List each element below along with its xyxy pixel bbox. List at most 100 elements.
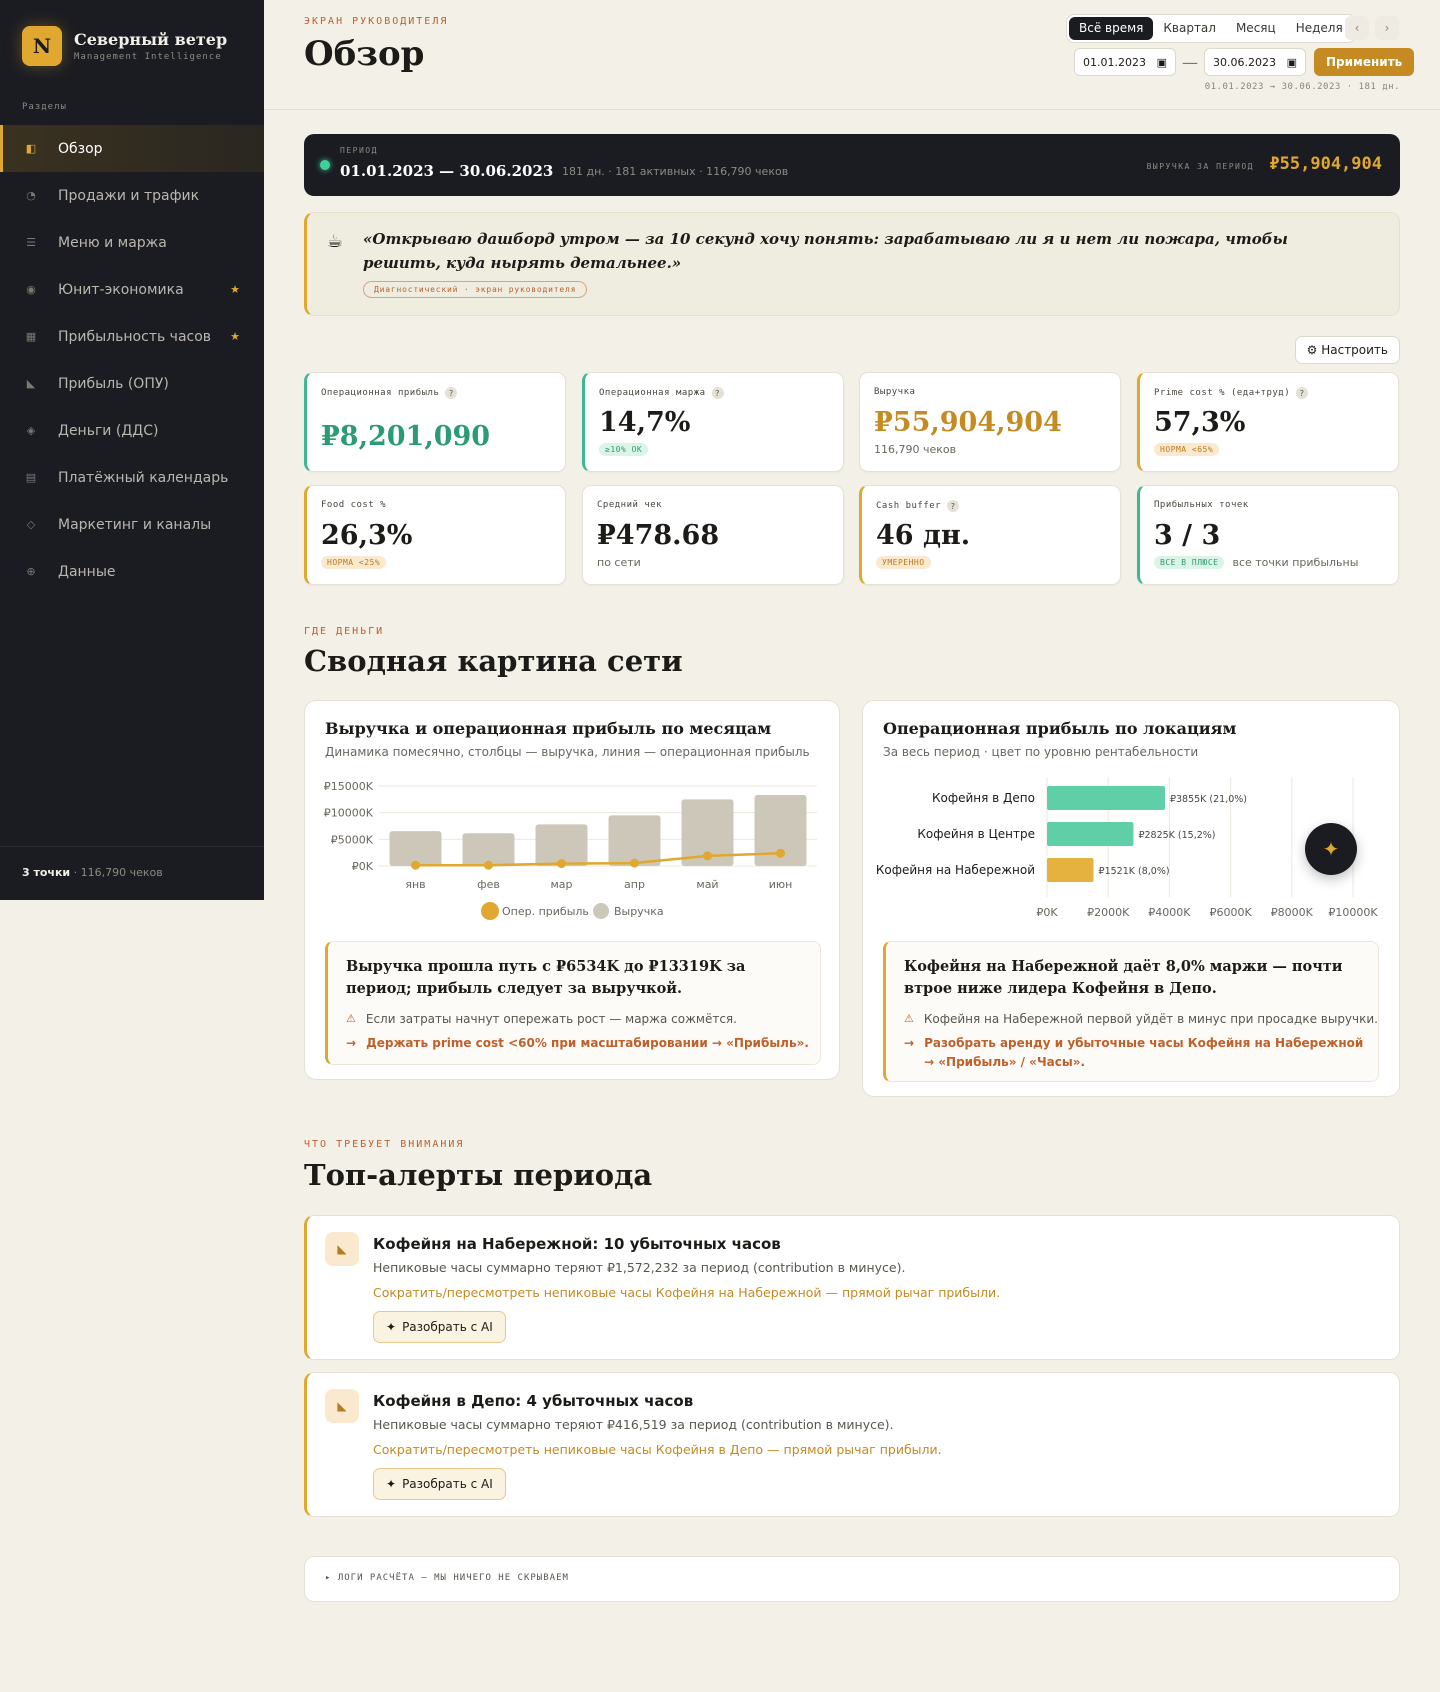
kpi-card[interactable]: Cash buffer? 46 дн. УМЕРЕННО [859,485,1121,585]
sidebar-item-0[interactable]: ◧ Обзор [0,125,264,172]
warning-icon: ⚠ [904,1012,914,1025]
insight-action-text: Держать prime cost <60% при масштабирова… [366,1036,809,1050]
sidebar-item-5[interactable]: ◣ Прибыль (ОПУ) [0,360,264,407]
help-icon[interactable]: ? [445,387,458,399]
sidebar-item-6[interactable]: ◈ Деньги (ДДС) [0,407,264,454]
kpi-badge: ВСЕ В ПЛЮСЕ [1154,556,1225,569]
configure-button[interactable]: ⚙ Настроить [1294,336,1400,364]
kpi-label: Средний чек [597,500,662,510]
date-separator: — [1182,52,1198,72]
x-tick-label: июн [769,878,793,891]
sidebar-item-2[interactable]: ☰ Меню и маржа [0,219,264,266]
help-icon[interactable]: ? [1296,387,1309,399]
alert-action[interactable]: Сократить/пересмотреть непиковые часы Ко… [373,1285,1000,1300]
status-dot-icon [320,160,330,170]
kpi-badge: НОРМА <65% [1154,443,1220,456]
sidebar-nav: ◧ Обзор ◔ Продажи и трафик ☰ Меню и маржа ◉ Юни… [0,125,264,595]
header-eyebrow: Экран руководителя [304,16,449,27]
alert-description: Непиковые часы суммарно теряют ₽1,572,23… [373,1260,906,1275]
alert-action[interactable]: Сократить/пересмотреть непиковые часы Ко… [373,1442,942,1457]
kpi-value: ₽8,201,090 [321,421,491,452]
kpi-card[interactable]: Prime cost % (еда+труд)? 57,3% НОРМА <65% [1137,372,1399,472]
sidebar-item-3[interactable]: ◉ Юнит-экономика ★ [0,266,264,313]
sidebar: N Северный ветер Management Intelligence… [0,0,264,900]
footer-checks: · 116,790 чеков [70,866,163,879]
kpi-value: 26,3% [321,520,413,551]
date-from-input[interactable]: 01.01.2023 ▣ [1074,48,1176,76]
sidebar-item-label: Деньги (ДДС) [58,422,159,439]
insight-warning: ⚠ Кофейня на Набережной первой уйдёт в ми… [904,1012,1378,1026]
period-tab-0[interactable]: Всё время [1069,17,1154,40]
help-icon[interactable]: ? [711,387,724,399]
kpi-label-text: Прибыльных точек [1154,500,1249,510]
period-tab-1[interactable]: Квартал [1153,17,1226,40]
period-tab-2[interactable]: Месяц [1226,17,1286,40]
x-tick-label: ₽0K [1036,906,1058,919]
ai-assistant-button[interactable]: ✦ [1305,823,1357,875]
sidebar-item-1[interactable]: ◔ Продажи и трафик [0,172,264,219]
kpi-card[interactable]: Food cost % 26,3% НОРМА <25% [304,485,566,585]
prev-period-button[interactable]: ‹ [1345,16,1369,40]
kpi-label-text: Операционная прибыль [321,388,440,398]
date-to-input[interactable]: 30.06.2023 ▣ [1204,48,1306,76]
next-period-button[interactable]: › [1375,16,1399,40]
arrow-icon: → [346,1036,357,1050]
date-range: 01.01.2023 ▣ — 30.06.2023 ▣ Применить [1074,48,1415,76]
kpi-label-text: Cash buffer [876,501,942,511]
sidebar-footer: 3 точки · 116,790 чеков [0,846,264,900]
legend-swatch [593,903,609,919]
calc-logs-toggle[interactable]: ▸ ЛОГИ РАСЧЁТА — МЫ НИЧЕГО НЕ СКРЫВАЕМ [304,1556,1400,1602]
overview-icon: ◧ [25,142,37,155]
y-tick-label: ₽10000K [324,807,374,820]
kpi-card[interactable]: Выручка ₽55,904,904 116,790 чеков [859,372,1121,472]
kpi-card[interactable]: Средний чек ₽478.68 по сети [582,485,844,585]
sidebar-item-9[interactable]: ⊕ Данные [0,548,264,595]
x-tick-label: янв [405,878,425,891]
kpi-card[interactable]: Операционная прибыль? ₽8,201,090 [304,372,566,472]
insight-action-text: Разобрать аренду и убыточные часы Кофейн… [924,1036,1364,1069]
sidebar-item-7[interactable]: ▤ Платёжный календарь [0,454,264,501]
ask-ai-button[interactable]: ✦ Разобрать с AI [373,1311,506,1343]
sidebar-item-label: Продажи и трафик [58,187,200,204]
sidebar-item-label: Платёжный календарь [58,469,229,486]
sidebar-section-label: Разделы [22,102,67,112]
insight-action[interactable]: → Разобрать аренду и убыточные часы Кофей… [904,1034,1364,1072]
kpi-value: 57,3% [1154,407,1246,438]
period-tab-3[interactable]: Неделя [1286,17,1353,40]
alert-description: Непиковые часы суммарно теряют ₽416,519 … [373,1417,894,1432]
kpi-value: 14,7% [599,407,691,438]
legend-swatch [481,902,499,920]
period-arrows: ‹ › [1345,16,1399,40]
section-eyebrow: Где деньги [304,626,385,637]
period-range: 01.01.2023 — 30.06.2023 [340,162,554,180]
apply-button[interactable]: Применить [1314,48,1415,76]
footer-points: 3 точки [22,866,71,879]
chart-title: Выручка и операционная прибыль по месяца… [325,719,772,738]
menu-icon: ☰ [26,236,36,249]
diamond-icon: ◈ [26,424,36,437]
insight-warning-text: Кофейня на Набережной первой уйдёт в мин… [923,1012,1378,1026]
calendar-icon: ▣ [1286,55,1297,69]
loss-triangle-icon: ◣ [325,1232,359,1266]
legend-label: Выручка [614,905,664,918]
x-tick-label: ₽6000K [1209,906,1252,919]
help-icon[interactable]: ? [947,500,960,512]
kpi-sub: ≥10% OK [599,443,649,456]
database-icon: ⊕ [26,565,36,578]
pie-chart-icon: ◔ [26,189,36,202]
sidebar-item-4[interactable]: ▦ Прибыльность часов ★ [0,313,264,360]
legend-label: Опер. прибыль [502,905,589,918]
brand[interactable]: N Северный ветер Management Intelligence [22,26,227,66]
section-eyebrow: Что требует внимания [304,1139,465,1150]
insight-action[interactable]: → Держать prime cost <60% при масштабиров… [346,1034,809,1053]
kpi-label-text: Prime cost % (еда+труд) [1154,388,1291,398]
ask-ai-button[interactable]: ✦ Разобрать с AI [373,1468,506,1500]
kpi-card[interactable]: Операционная маржа? 14,7% ≥10% OK [582,372,844,472]
kpi-sub-text: все точки прибыльны [1232,556,1359,569]
sidebar-item-8[interactable]: ◇ Маркетинг и каналы [0,501,264,548]
kpi-card[interactable]: Прибыльных точек 3 / 3 ВСЕ В ПЛЮСЕ все точк… [1137,485,1399,585]
y-tick-label: ₽0K [352,860,374,873]
coffee-icon: ☕ [327,231,344,252]
brand-logo: N [22,26,62,66]
location-bar [1047,858,1094,882]
